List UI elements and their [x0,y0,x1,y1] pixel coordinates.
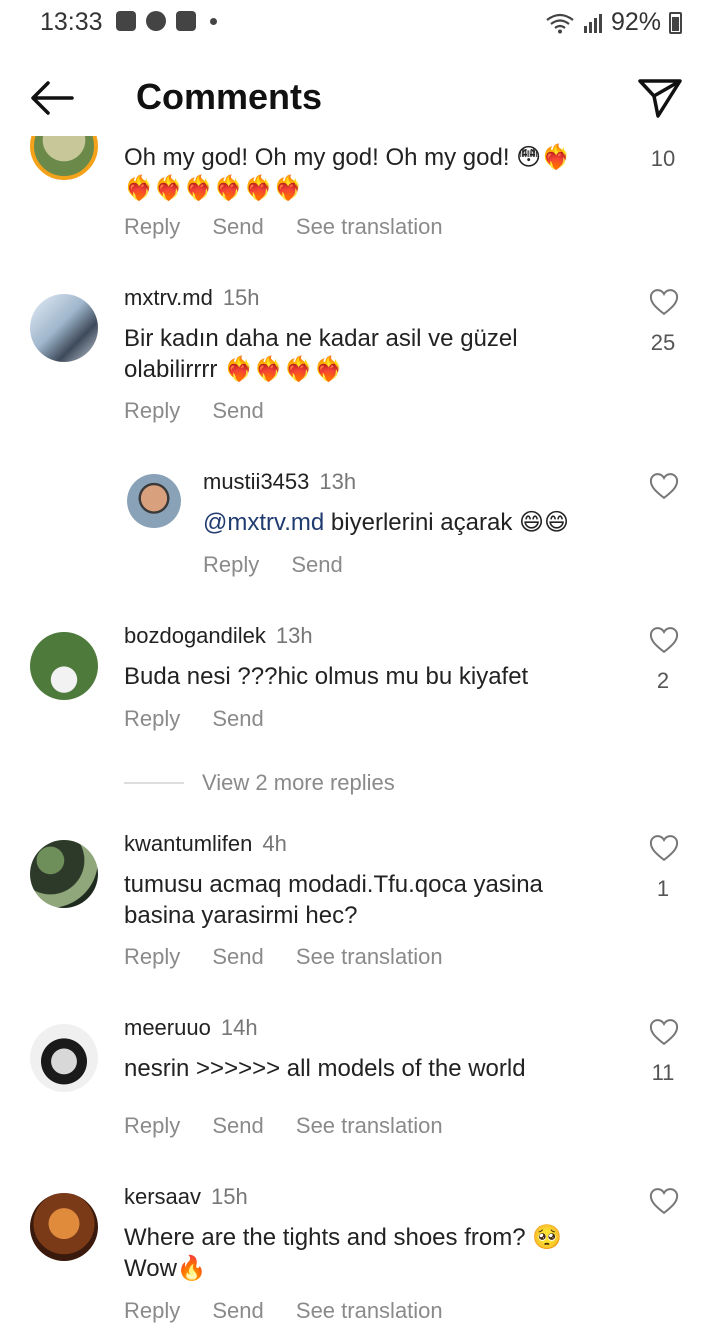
reply-button[interactable]: Reply [203,552,259,577]
page-title: Comments [136,76,323,117]
emoji: 😄😄 [519,508,570,536]
gallery-icon [116,11,136,31]
comment-time: 13h [275,623,313,648]
notification-icons [116,11,217,31]
send-button[interactable]: Send [212,944,263,969]
status-bar: 13:33 92% [0,0,720,46]
avatar[interactable] [30,1193,98,1261]
see-translation-button[interactable]: See translation [296,944,443,969]
comment-text-line2: Wow [124,1255,177,1282]
signal-icon [583,13,602,33]
emoji: 🔥 [176,1254,207,1282]
comment-username[interactable]: mustii3453 [203,469,309,494]
reply-button[interactable]: Reply [124,1113,180,1138]
comment-actions: Reply Send See translation [124,1298,469,1324]
emoji: ❤️‍🔥❤️‍🔥❤️‍🔥❤️‍🔥 [224,355,344,383]
avatar[interactable] [30,840,98,908]
heart-icon[interactable] [649,834,679,862]
comment-text: nesrin >>>>>> all models of the world [124,1055,526,1082]
heart-icon[interactable] [649,626,679,654]
youtube-icon [176,11,196,31]
messenger-icon [146,11,166,31]
comment-text: biyerlerini açarak [330,509,513,536]
comment-text: tumusu acmaq modadi.Tfu.qoca yasina basi… [124,871,543,929]
back-arrow-icon[interactable] [28,78,76,118]
comment-time: 4h [262,831,287,856]
divider [124,782,184,784]
like-count: 1 [656,876,670,901]
reply-button[interactable]: Reply [124,398,180,423]
comment-time: 15h [211,1184,248,1209]
heart-icon[interactable] [649,1018,679,1046]
like-count: 25 [650,330,676,355]
comment-username[interactable]: kwantumlifen [124,831,252,856]
comment-username[interactable]: meeruuo [124,1015,211,1040]
comment-actions: Reply Send [124,398,290,424]
avatar[interactable] [30,632,98,700]
send-button[interactable]: Send [212,1113,263,1138]
comments-list[interactable]: Oh my god! Oh my god! Oh my god! 😳❤️‍🔥 ❤… [0,0,720,1329]
comment-actions: Reply Send [124,706,290,732]
send-button[interactable]: Send [212,706,263,731]
comment-time: 14h [220,1015,258,1040]
comment-actions: Reply Send See translation [124,214,469,240]
heart-icon[interactable] [649,1187,679,1215]
comment-text: Oh my god! Oh my god! Oh my god! [124,144,510,171]
reply-button[interactable]: Reply [124,944,180,969]
send-button[interactable]: Send [212,214,263,239]
comment-username[interactable]: kersaav [124,1184,201,1209]
comment-actions: Reply Send See translation [124,944,469,970]
view-more-replies[interactable]: View 2 more replies [124,770,395,796]
avatar[interactable] [127,474,181,528]
share-icon[interactable] [636,76,684,120]
mention-link[interactable]: @mxtrv.md [203,509,324,536]
more-notifications-icon [210,17,217,25]
see-translation-button[interactable]: See translation [296,214,443,239]
comment-username[interactable]: mxtrv.md [124,285,213,310]
battery-icon [669,11,682,34]
see-translation-button[interactable]: See translation [296,1298,443,1323]
see-translation-button[interactable]: See translation [296,1113,443,1138]
heart-icon[interactable] [649,288,679,316]
send-button[interactable]: Send [212,1298,263,1323]
status-time: 13:33 [40,8,103,36]
send-button[interactable]: Send [212,398,263,423]
comment-username[interactable]: bozdogandilek [124,623,266,648]
like-count: 10 [650,146,676,171]
wifi-icon [546,13,574,33]
like-count: 11 [651,1060,675,1085]
comment-text: Buda nesi ???hic olmus mu bu kiyafet [124,663,529,690]
comment-time: 15h [222,285,260,310]
reply-button[interactable]: Reply [124,706,180,731]
comment-actions: Reply Send [203,552,369,578]
view-more-replies-label[interactable]: View 2 more replies [202,770,395,796]
avatar[interactable] [30,294,98,362]
like-count: 2 [656,668,670,693]
comment-time: 13h [319,469,357,494]
send-button[interactable]: Send [291,552,342,577]
avatar[interactable] [30,1024,98,1092]
heart-icon[interactable] [649,472,679,500]
emoji: 🥺 [532,1223,563,1251]
reply-button[interactable]: Reply [124,214,180,239]
reply-button[interactable]: Reply [124,1298,180,1323]
battery-percent: 92% [610,8,661,36]
comment-actions: Reply Send See translation [124,1113,469,1139]
system-status: 92% [545,8,682,37]
header: Comments [0,60,720,136]
comment-text: Where are the tights and shoes from? [124,1224,526,1251]
